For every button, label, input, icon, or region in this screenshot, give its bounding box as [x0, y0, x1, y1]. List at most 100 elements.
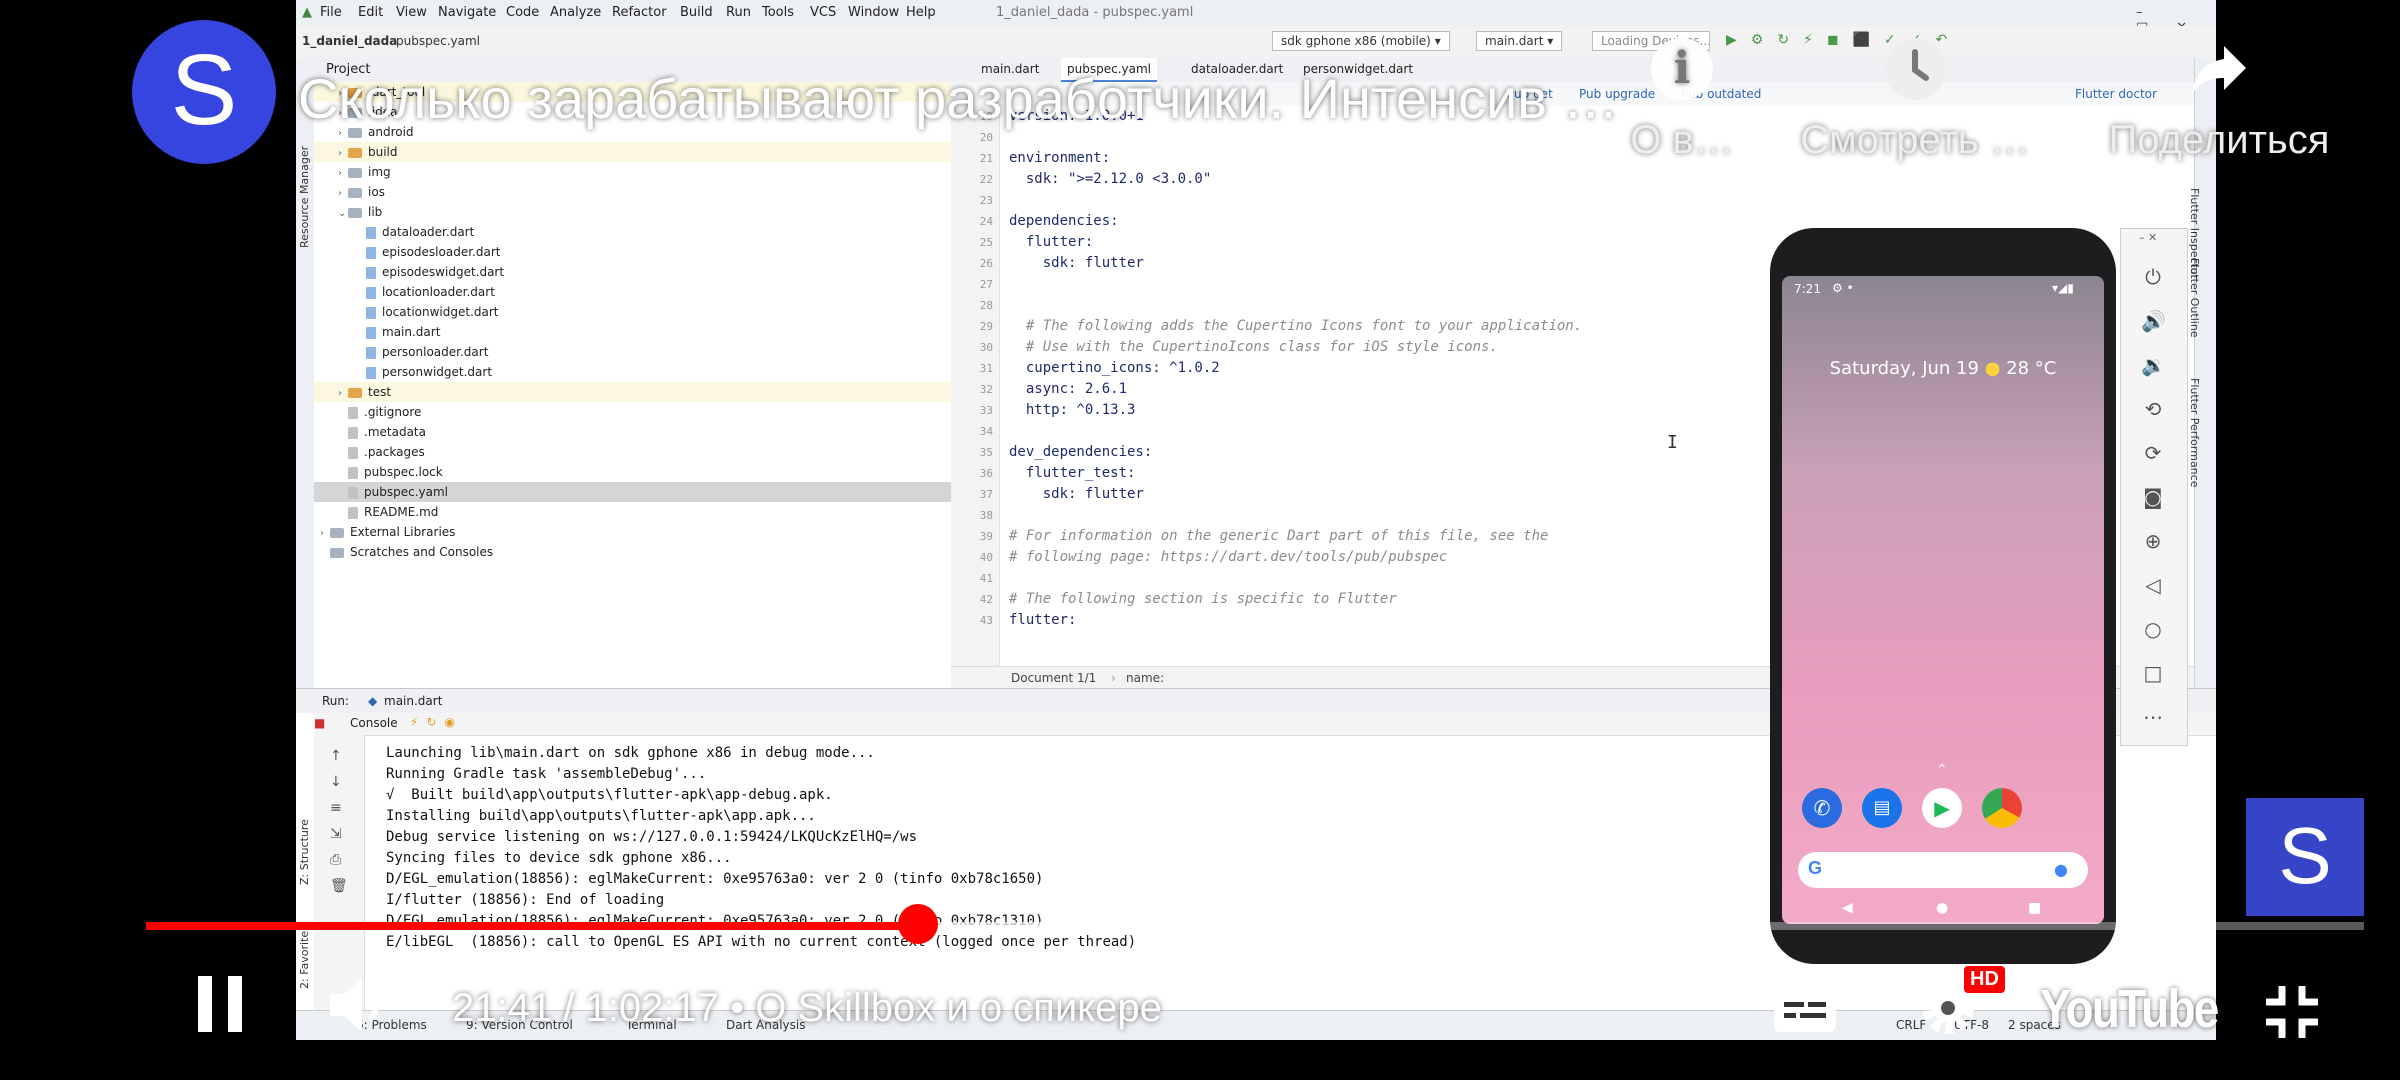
folder-icon [348, 187, 362, 198]
console-action-icons: ↑ ↓ ≡ ⇲ ⎙ 🗑 [330, 748, 348, 894]
time-separator: / [563, 986, 586, 1030]
structure-label: Z: Structure [298, 819, 311, 885]
volume-button[interactable] [326, 972, 392, 1038]
exit-fullscreen-button[interactable] [2262, 982, 2322, 1042]
clock-icon [1884, 38, 1946, 100]
channel-watermark-initial: S [2278, 811, 2332, 900]
tree-item-label: personloader.dart [382, 345, 489, 359]
channel-avatar-initial: S [170, 34, 238, 146]
console-line: Launching lib\main.dart on sdk gphone x8… [386, 745, 875, 761]
tree-item-label: main.dart [382, 325, 441, 339]
breadcrumb-key: name: [1126, 671, 1165, 685]
line-number: 35 [979, 446, 993, 459]
youtube-logo[interactable]: YouTube [2040, 978, 2219, 1040]
code-line: # The following adds the Cupertino Icons… [1009, 318, 1583, 334]
code-line: # For information on the generic Dart pa… [1009, 528, 1549, 544]
emulator-phone: 7:21 ⚙ • ▾◢▮ Saturday, Jun 19 ● 28 °C ⌃ … [1770, 228, 2116, 964]
menu-edit: Edit [358, 5, 384, 20]
share-label: Поделиться [2108, 118, 2330, 162]
line-number: 41 [979, 572, 993, 585]
ide-window-title: 1_daniel_dada - pubspec.yaml [996, 5, 1194, 20]
file-icon [348, 406, 358, 419]
console-line: Installing build\app\outputs\flutter-apk… [386, 808, 816, 824]
tree-item-label: episodeswidget.dart [382, 265, 505, 279]
line-number: 23 [979, 194, 993, 207]
back-icon: ◁ [2145, 573, 2161, 597]
menu-view: View [396, 5, 427, 20]
line-number: 43 [979, 614, 993, 627]
pause-button[interactable] [196, 976, 244, 1032]
console-line: Syncing files to device sdk gphone x86..… [386, 850, 732, 866]
watch-later-button[interactable]: Смотреть … [1790, 38, 2040, 163]
folder-icon [330, 547, 344, 558]
run-tab-main: main.dart [384, 694, 443, 708]
code-line: environment: [1009, 150, 1111, 166]
menu-run: Run [726, 5, 751, 20]
file-icon [348, 446, 358, 459]
share-icon-svg [2192, 46, 2246, 94]
folder-icon [348, 167, 362, 178]
progress-scrubber[interactable] [897, 904, 938, 944]
line-number: 24 [979, 215, 993, 228]
breadcrumb-document: Document 1/1 [1011, 671, 1097, 685]
video-duration: 1:02:17 [585, 986, 719, 1030]
tree-item-label: img [368, 165, 391, 179]
run-config-selector: main.dart ▾ [1476, 31, 1563, 51]
tree-item-label: .metadata [364, 425, 426, 439]
line-number: 31 [979, 362, 993, 375]
current-time: 21:41 [452, 986, 553, 1030]
share-button[interactable]: Поделиться [2094, 38, 2344, 163]
tree-item-label: personwidget.dart [382, 365, 493, 379]
run-label: Run: [322, 694, 350, 708]
code-line: sdk: flutter [1009, 255, 1144, 271]
progress-bar[interactable] [146, 922, 2364, 930]
line-number-gutter: 19 20 21 22 23 24 25 26 27 28 29 30 31 32 33 34 35 36 37 38… [951, 106, 1000, 666]
file-icon [366, 346, 376, 359]
chapter-dot: • [730, 986, 756, 1030]
code-line: dev_dependencies: [1009, 444, 1153, 460]
tree-item-label: pubspec.lock [364, 465, 443, 479]
menu-tools: Tools [762, 5, 795, 20]
video-title[interactable]: Сколько зарабатывают разработчики. Интен… [298, 66, 1619, 131]
code-line: # following page: https://dart.dev/tools… [1009, 549, 1448, 565]
tree-caret-icon: › [338, 188, 342, 199]
chapter-title[interactable]: О Skillbox и о спикере [755, 986, 1162, 1030]
line-number: 34 [979, 425, 993, 438]
menu-help: Help [906, 5, 936, 20]
flutter-performance-label: Flutter Performance [2188, 378, 2201, 488]
hd-badge: HD [1964, 966, 2005, 993]
volume-icon [330, 978, 379, 1032]
menu-refactor: Refactor [612, 5, 667, 20]
google-search-bar: G ● [1798, 852, 2088, 888]
time-display: 21:41 / 1:02:17 • О Skillbox и о спикере [452, 986, 1162, 1031]
menu-code: Code [506, 5, 540, 20]
channel-avatar[interactable]: S [132, 20, 276, 164]
channel-watermark[interactable]: S [2246, 798, 2364, 916]
file-icon [366, 366, 376, 379]
volume-up-icon: 🔊 [2141, 309, 2166, 333]
menu-file: File [320, 5, 342, 20]
folder-icon [330, 527, 344, 538]
tree-caret-icon: › [338, 388, 342, 399]
date-widget-temp: 28 °C [2006, 358, 2057, 379]
tree-caret-icon: ⌄ [338, 208, 347, 219]
file-icon [348, 486, 358, 499]
code-line: flutter_test: [1009, 465, 1136, 481]
camera-icon: ◙ [2143, 485, 2163, 509]
tree-caret-icon: › [338, 148, 342, 159]
flutter-icon: ◆ [368, 694, 378, 708]
tree-item-label: .gitignore [364, 405, 422, 419]
captions-button[interactable] [1772, 984, 1838, 1034]
text-cursor-icon: I [1667, 432, 1678, 453]
device-selector: sdk gphone x86 (mobile) ▾ [1272, 31, 1450, 51]
messages-app-icon: ▤ [1862, 788, 1902, 828]
file-icon [366, 326, 376, 339]
file-icon [366, 286, 376, 299]
breadcrumb-separator: › [1111, 671, 1116, 685]
console-line: Debug service listening on ws://127.0.0.… [386, 829, 918, 845]
file-icon [366, 246, 376, 259]
file-icon [366, 306, 376, 319]
rotate-left-icon: ⟲ [2144, 397, 2162, 421]
info-button[interactable]: i О в… [1622, 38, 1742, 163]
favorites-label: 2: Favorites [298, 925, 311, 989]
